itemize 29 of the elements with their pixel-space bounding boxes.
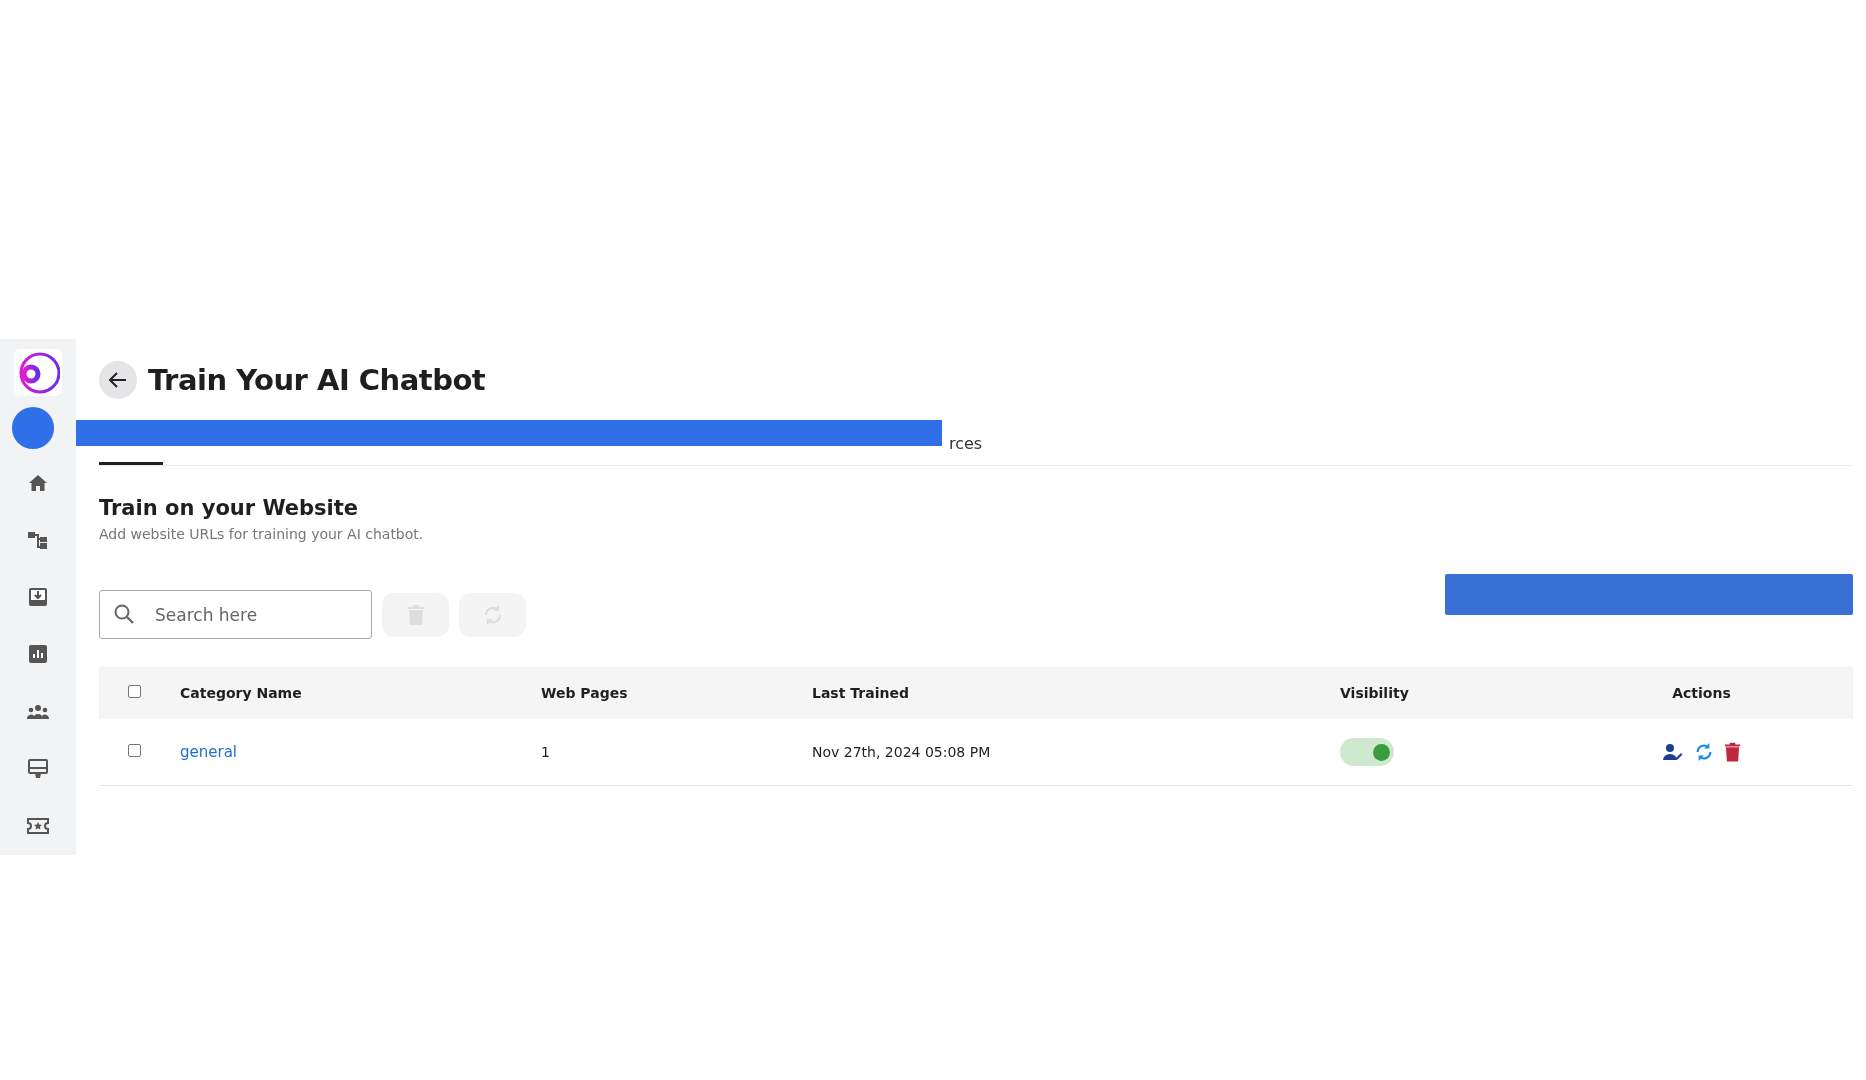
column-header: Actions — [1672, 685, 1731, 701]
checkbox[interactable] — [128, 685, 141, 698]
refresh-icon[interactable] — [1695, 741, 1713, 763]
visibility-toggle[interactable] — [1340, 738, 1394, 766]
user-edit-icon[interactable] — [1663, 744, 1683, 760]
flowchart-icon — [28, 530, 48, 549]
column-header: Last Trained — [812, 685, 909, 701]
column-header: Web Pages — [541, 685, 628, 701]
tab[interactable]: rces — [949, 434, 983, 465]
table-cell: 1 — [541, 744, 550, 760]
column-header: Visibility — [1340, 685, 1409, 701]
table-cell: Nov 27th, 2024 05:08 PM — [812, 744, 991, 760]
team-icon — [27, 704, 49, 719]
home-icon — [29, 474, 47, 491]
column-header: Category Name — [180, 685, 302, 701]
section-title: Train on your Website — [99, 496, 360, 520]
monitor-icon — [28, 759, 48, 780]
trash-icon[interactable] — [1725, 742, 1740, 762]
checkbox[interactable] — [128, 744, 141, 757]
bar-chart-icon — [29, 645, 47, 664]
search-field[interactable]: Search here — [99, 590, 372, 639]
page-title: Train Your AI Chatbot — [148, 363, 486, 397]
category-link[interactable]: general — [180, 743, 237, 761]
section-subtitle: Add website URLs for training your AI chatbot. — [99, 526, 425, 542]
back-arrow-icon — [109, 372, 127, 388]
ticket-icon — [27, 818, 49, 835]
redaction-mark — [12, 407, 54, 449]
download-tray-icon — [29, 588, 47, 607]
back-button[interactable] — [99, 361, 137, 399]
